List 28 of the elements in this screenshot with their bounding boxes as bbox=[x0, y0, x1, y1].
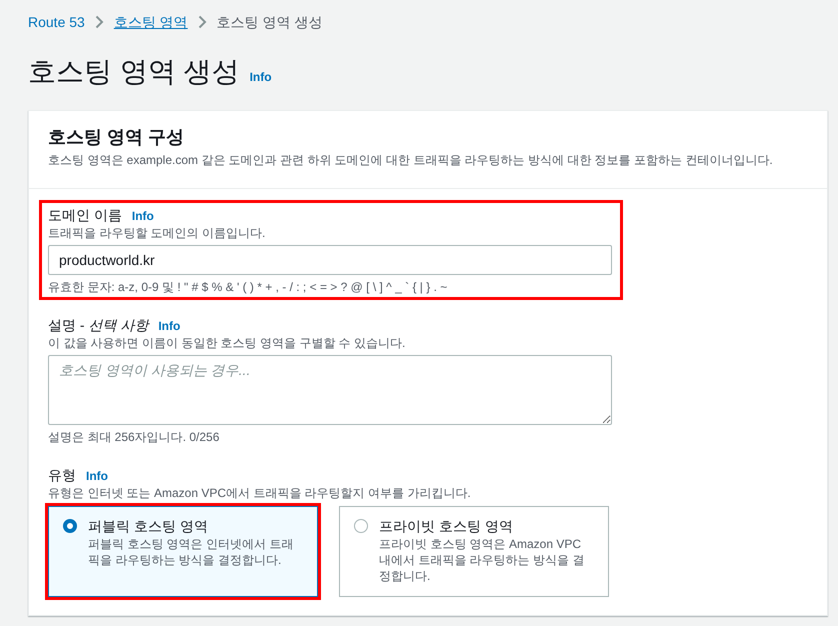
field-label: 설명 - 선택 사항 bbox=[48, 316, 148, 335]
chevron-icon bbox=[94, 15, 104, 29]
info-link[interactable]: Info bbox=[86, 468, 108, 484]
domain-name-field[interactable]: productworld.kr bbox=[48, 245, 612, 275]
field-label: 유형 bbox=[48, 466, 76, 485]
field-label: 도메인 이름 bbox=[48, 206, 122, 225]
description-field[interactable]: 호스팅 영역이 사용되는 경우... bbox=[48, 355, 612, 425]
breadcrumb-current: 호스팅 영역 생성 bbox=[216, 13, 322, 32]
option-description: 퍼블릭 호스팅 영역은 인터넷에서 트래픽을 라우팅하는 방식을 결정합니다. bbox=[88, 536, 294, 568]
panel-description: 호스팅 영역은 example.com 같은 도메인과 관련 하위 도메인에 대한 트래픽을 라우팅하는 방식에 대한 정보를 포함하는 컨테이너입니다. bbox=[48, 152, 774, 168]
info-link[interactable]: Info bbox=[132, 208, 154, 224]
radio-tile[interactable]: 퍼블릭 호스팅 영역 퍼블릭 호스팅 영역은 인터넷에서 트래픽을 라우팅하는 방식을 결정합니다. bbox=[48, 506, 318, 597]
breadcrumb-link[interactable]: Route 53 bbox=[28, 12, 85, 32]
page-title: 호스팅 영역 생성 bbox=[28, 55, 240, 89]
field-constraint: 설명은 최대 256자입니다. 0/256 bbox=[48, 429, 220, 445]
option-title: 프라이빗 호스팅 영역 bbox=[379, 517, 514, 536]
option-description: 프라이빗 호스팅 영역은 Amazon VPC 내에서 트래픽을 라우팅하는 방식을 결정합니다. bbox=[379, 536, 586, 584]
panel-title: 호스팅 영역 구성 bbox=[48, 126, 186, 149]
info-link[interactable]: Info bbox=[250, 69, 272, 85]
field-description: 유형은 인터넷 또는 Amazon VPC에서 트래픽을 라우팅할지 여부를 가리킵니다. bbox=[48, 485, 472, 501]
info-link[interactable]: Info bbox=[158, 318, 180, 334]
option-title: 퍼블릭 호스팅 영역 bbox=[88, 517, 209, 536]
field-constraint: 유효한 문자: a-z, 0-9 및 ! " # $ % & ' ( ) * + , - / : ; < = > ? @ [ \ ] ^ _ ` { | } . ~ bbox=[48, 279, 448, 295]
field-description: 트래픽을 라우팅할 도메인의 이름입니다. bbox=[48, 225, 266, 241]
field-description: 이 값을 사용하면 이름이 동일한 호스팅 영역을 구별할 수 있습니다. bbox=[48, 335, 406, 351]
breadcrumb-link[interactable]: 호스팅 영역 bbox=[114, 12, 188, 32]
radio-tile[interactable]: 프라이빗 호스팅 영역 프라이빗 호스팅 영역은 Amazon VPC 내에서 트래픽을 라우팅하는 방식을 결정합니다. bbox=[339, 506, 609, 597]
chevron-icon bbox=[198, 15, 207, 29]
